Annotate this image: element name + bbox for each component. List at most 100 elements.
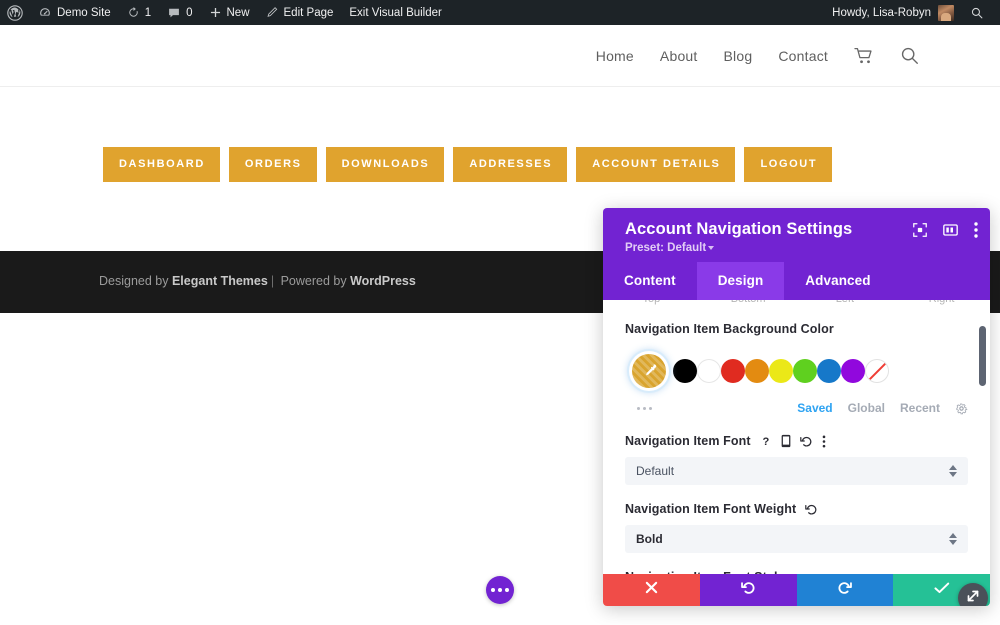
nav-item-blog[interactable]: Blog xyxy=(724,48,753,64)
tabs-filler xyxy=(892,262,990,300)
font-field-label: Navigation Item Font xyxy=(625,434,751,448)
eyedropper-swatch-wrapper xyxy=(625,347,673,395)
search-icon[interactable] xyxy=(900,46,920,66)
preset-selector[interactable]: Preset: Default xyxy=(625,242,976,254)
font-style-label: Navigation Item Font Style xyxy=(625,570,968,574)
eyedropper-swatch-selected[interactable] xyxy=(632,354,666,388)
nav-item-home[interactable]: Home xyxy=(596,48,634,64)
tab-advanced[interactable]: Advanced xyxy=(784,262,891,300)
swatch-white[interactable] xyxy=(697,359,721,383)
edit-page-button[interactable]: Edit Page xyxy=(258,0,342,25)
new-content-label: New xyxy=(226,6,250,19)
nav-item-about[interactable]: About xyxy=(660,48,698,64)
font-select-value: Default xyxy=(636,464,675,478)
close-icon xyxy=(645,581,658,599)
swatch-yellow[interactable] xyxy=(769,359,793,383)
padding-label-right: Right xyxy=(893,300,990,305)
font-field-label-row: Navigation Item Font ? xyxy=(625,434,968,448)
screen: Demo Site 1 0 New Edit Page Exit Visual … xyxy=(0,0,1000,625)
undo-button[interactable] xyxy=(699,574,797,606)
font-select[interactable]: Default xyxy=(625,457,968,485)
swatch-orange[interactable] xyxy=(745,359,769,383)
builder-more-options-button[interactable] xyxy=(486,576,514,604)
reset-icon[interactable] xyxy=(805,503,818,516)
swatch-purple[interactable] xyxy=(841,359,865,383)
redo-icon xyxy=(837,580,853,600)
comment-bubble-icon xyxy=(167,6,181,20)
footer-credit: Designed by Elegant Themes | Powered by W… xyxy=(0,251,416,288)
wordpress-logo-icon xyxy=(7,4,23,21)
shopping-cart-icon[interactable] xyxy=(854,47,874,65)
font-field: Navigation Item Font ? Default xyxy=(603,434,990,485)
swatch-transparent[interactable] xyxy=(865,359,889,383)
more-colors-icon[interactable] xyxy=(637,406,652,410)
chevron-updown-icon xyxy=(949,533,957,545)
comments-menu[interactable]: 0 xyxy=(159,0,200,25)
footer-powered-prefix: Powered by xyxy=(277,274,351,288)
color-source-saved[interactable]: Saved xyxy=(797,401,832,415)
more-options-icon xyxy=(491,588,495,592)
discard-button[interactable] xyxy=(603,574,700,606)
account-nav-downloads[interactable]: DOWNLOADS xyxy=(325,147,445,182)
font-style-field: Navigation Item Font Style I TT TT U S xyxy=(603,570,990,574)
comments-count: 0 xyxy=(186,6,193,19)
modal-action-bar xyxy=(603,574,990,606)
account-nav-orders[interactable]: ORDERS xyxy=(228,147,317,182)
swatch-blue[interactable] xyxy=(817,359,841,383)
chevron-updown-icon xyxy=(949,465,957,477)
mobile-icon[interactable] xyxy=(781,434,791,448)
footer-designer-link[interactable]: Elegant Themes xyxy=(172,274,268,288)
padding-label-bottom: Bottom xyxy=(700,300,797,305)
swatch-green[interactable] xyxy=(793,359,817,383)
swatch-black[interactable] xyxy=(673,359,697,383)
color-source-row: Saved Global Recent xyxy=(625,401,968,415)
svg-text:?: ? xyxy=(762,436,769,448)
swatch-red[interactable] xyxy=(721,359,745,383)
tab-design[interactable]: Design xyxy=(696,262,785,300)
updates-count: 1 xyxy=(144,6,152,19)
exit-visual-builder-button[interactable]: Exit Visual Builder xyxy=(341,0,449,25)
resize-handle[interactable] xyxy=(958,583,988,606)
account-nav-addresses[interactable]: ADDRESSES xyxy=(453,147,568,182)
redo-button[interactable] xyxy=(796,574,894,606)
updates-menu[interactable]: 1 xyxy=(119,0,159,25)
background-color-label: Navigation Item Background Color xyxy=(625,322,834,336)
account-menu[interactable]: Howdy, Lisa-Robyn xyxy=(824,0,962,25)
undo-icon xyxy=(740,580,756,600)
account-nav-logout[interactable]: LOGOUT xyxy=(744,147,833,182)
fullscreen-icon[interactable] xyxy=(913,223,927,237)
color-source-recent[interactable]: Recent xyxy=(900,401,940,415)
footer-platform-link[interactable]: WordPress xyxy=(350,274,416,288)
font-weight-select[interactable]: Bold xyxy=(625,525,968,553)
gear-icon[interactable] xyxy=(955,402,968,415)
layout-columns-icon[interactable] xyxy=(943,223,958,237)
admin-search-button[interactable] xyxy=(962,0,992,25)
more-vertical-icon[interactable] xyxy=(974,222,978,238)
account-nav-dashboard[interactable]: DASHBOARD xyxy=(103,147,220,182)
padding-row-cutoff: Top Bottom Left Right xyxy=(603,300,990,312)
padding-label-top: Top xyxy=(603,300,700,305)
help-icon[interactable]: ? xyxy=(760,435,772,448)
pencil-icon xyxy=(266,6,279,19)
site-header: Home About Blog Contact xyxy=(0,25,1000,87)
more-vertical-icon[interactable] xyxy=(822,435,826,448)
wordpress-logo-button[interactable] xyxy=(0,0,30,25)
exit-visual-builder-label: Exit Visual Builder xyxy=(349,6,442,19)
color-swatch-row xyxy=(625,347,968,395)
tab-content[interactable]: Content xyxy=(603,262,697,300)
reset-icon[interactable] xyxy=(799,435,813,448)
module-settings-modal: Account Navigation Settings Preset: Defa… xyxy=(603,208,990,606)
primary-nav: Home About Blog Contact xyxy=(596,46,1000,66)
modal-tabs: Content Design Advanced xyxy=(603,262,990,300)
font-weight-select-value: Bold xyxy=(636,532,663,546)
color-source-global[interactable]: Global xyxy=(848,401,885,415)
modal-scrollbar-thumb[interactable] xyxy=(979,326,986,386)
site-name-menu[interactable]: Demo Site xyxy=(30,0,119,25)
nav-item-contact[interactable]: Contact xyxy=(778,48,828,64)
check-icon xyxy=(934,581,950,600)
account-nav-account-details[interactable]: ACCOUNT DETAILS xyxy=(576,147,736,182)
font-weight-label-row: Navigation Item Font Weight xyxy=(625,502,968,516)
site-name-label: Demo Site xyxy=(57,6,111,19)
edit-page-label: Edit Page xyxy=(283,6,334,19)
new-content-menu[interactable]: New xyxy=(201,0,258,25)
